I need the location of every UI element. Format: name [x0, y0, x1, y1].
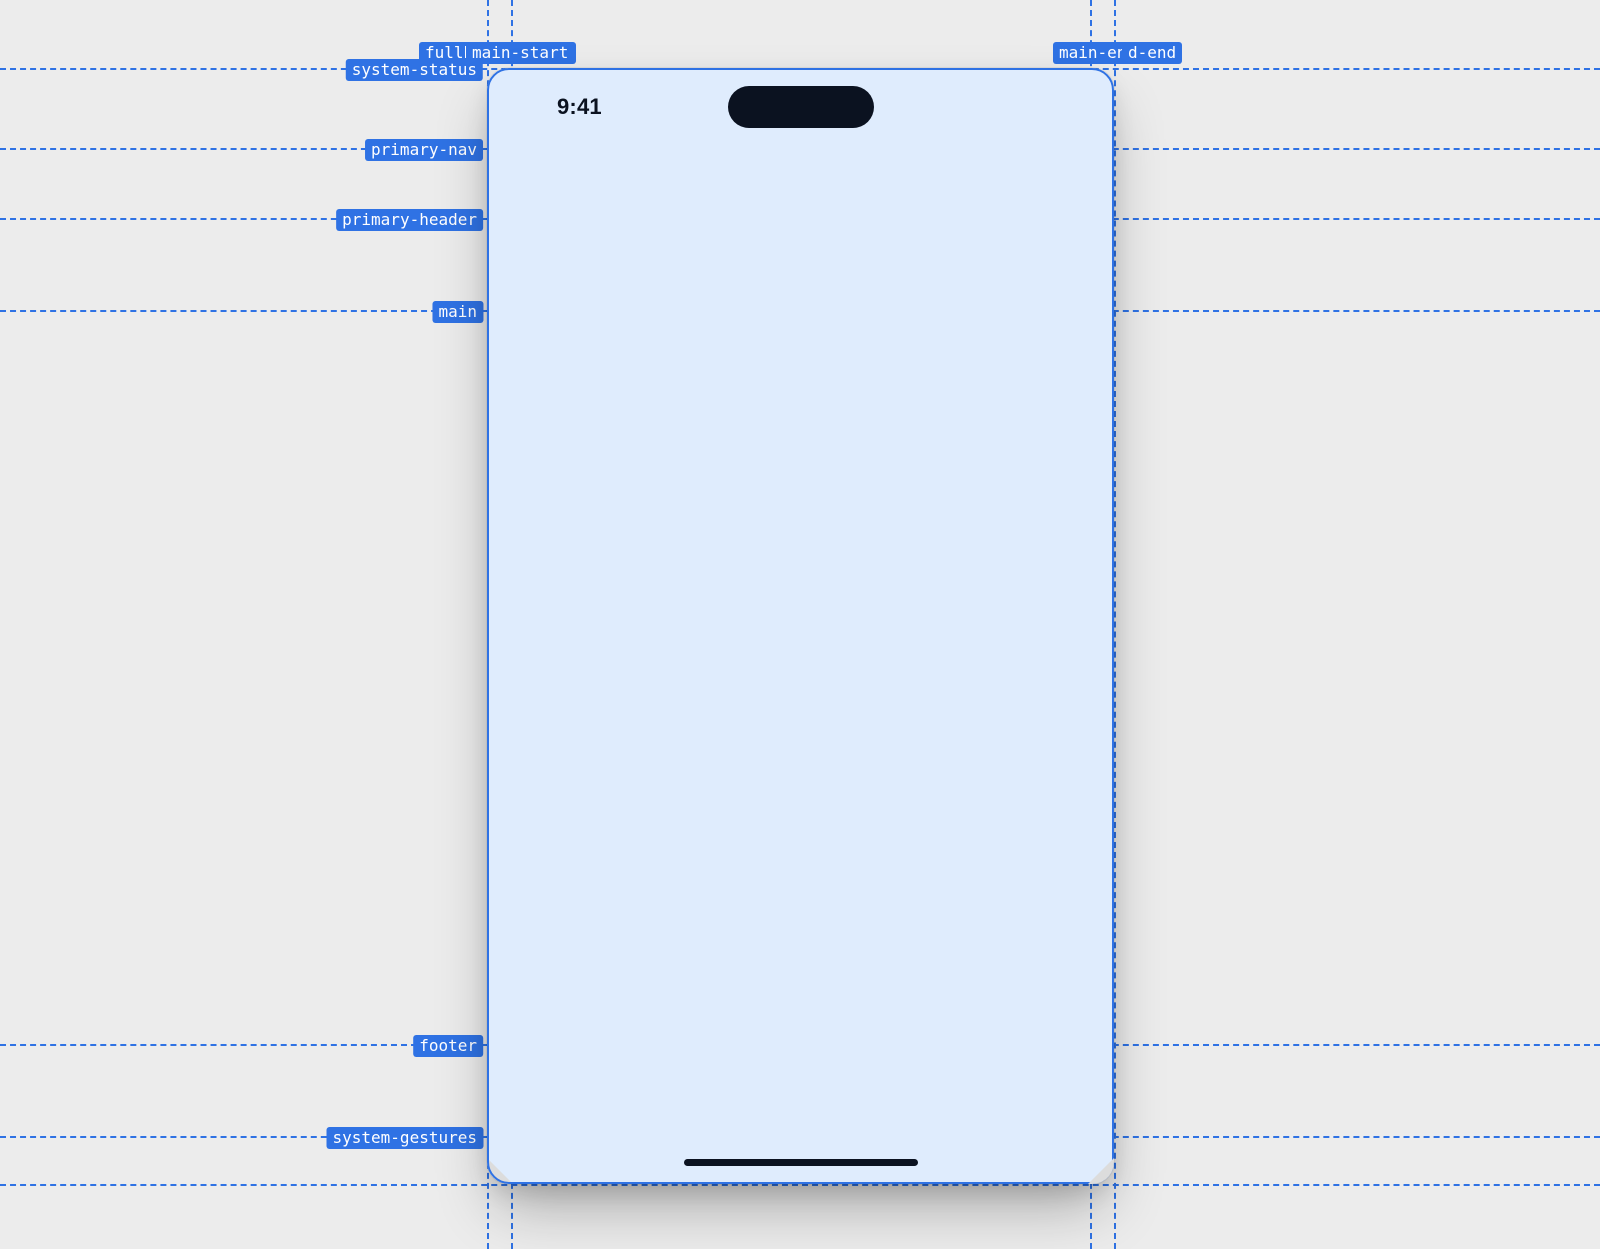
- label-footer: footer: [413, 1035, 483, 1057]
- label-primary-nav: primary-nav: [365, 139, 483, 161]
- home-indicator[interactable]: [684, 1159, 918, 1166]
- dynamic-island: [728, 86, 874, 128]
- label-system-gestures: system-gestures: [327, 1127, 484, 1149]
- guide-v-fullbleed-end: [1114, 0, 1116, 1249]
- label-system-status: system-status: [346, 59, 483, 81]
- label-fullbleed-end-suffix: d-end: [1122, 42, 1182, 64]
- phone-frame-border: [487, 68, 1114, 1184]
- phone-frame: 9:41: [487, 68, 1114, 1184]
- label-primary-header: primary-header: [336, 209, 483, 231]
- guide-h-device-bottom: [0, 1184, 1600, 1186]
- label-main: main: [432, 301, 483, 323]
- status-bar-time: 9:41: [557, 94, 602, 120]
